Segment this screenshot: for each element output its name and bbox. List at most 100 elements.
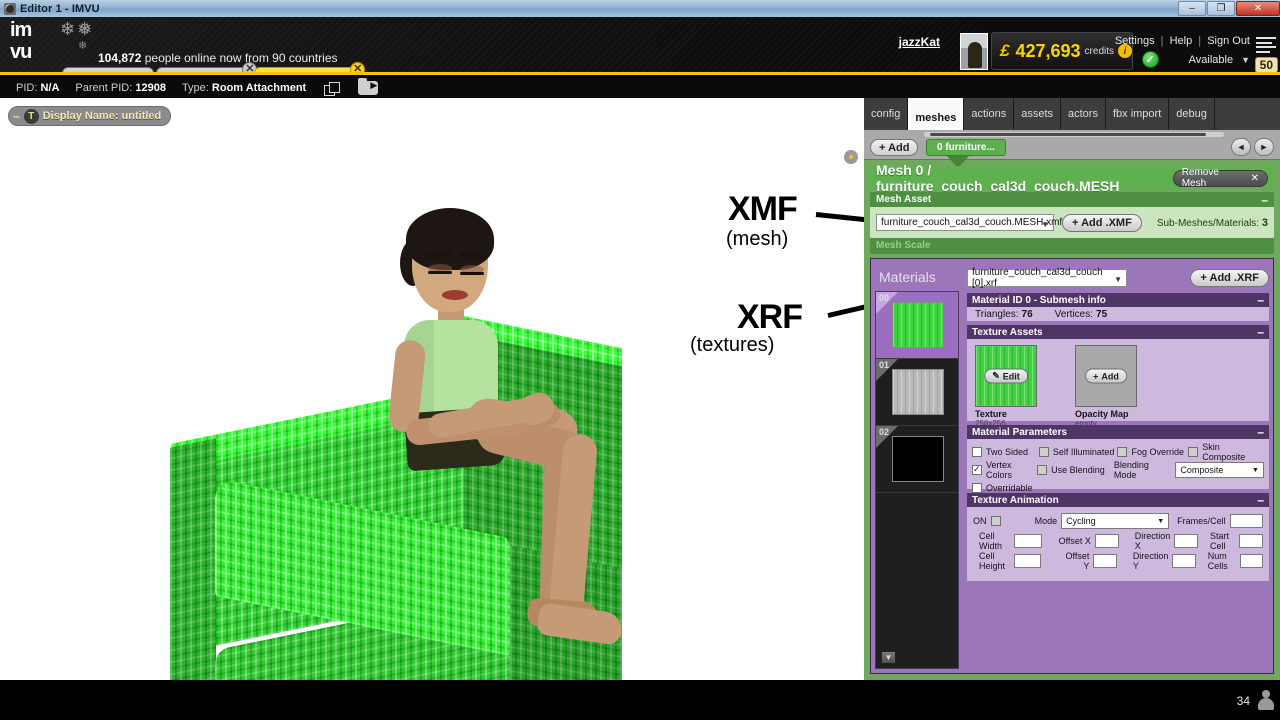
blending-mode-select[interactable]: Composite ▼ (1175, 462, 1264, 478)
list-item[interactable]: 00 (876, 292, 958, 358)
offset-y-label: Offset Y (1065, 551, 1090, 571)
sign-out-link[interactable]: Sign Out (1207, 35, 1250, 47)
collapse-icon[interactable]: – (13, 110, 20, 122)
tab-bar-filler (1214, 98, 1280, 130)
texture-assets-body: ✎ Edit Texture 256x256 couch.tga (967, 339, 1269, 437)
link-separator-1: | (1160, 35, 1164, 47)
close-icon-editor1-tab[interactable]: ✕ (350, 62, 366, 72)
chevron-down-icon[interactable]: ▼ (1241, 55, 1250, 65)
list-item[interactable]: 02 (876, 426, 958, 492)
menu-icon[interactable] (1256, 37, 1276, 53)
collapse-icon[interactable]: – (1257, 493, 1264, 507)
frames-per-cell-input[interactable] (1229, 514, 1264, 528)
nav-tab-editor1[interactable]: Editor 1 ✕ (254, 62, 366, 72)
xmf-file-select[interactable]: furniture_couch_cal3d_couch.MESH.xmf ▼ (876, 214, 1062, 231)
tab-assets[interactable]: assets (1014, 98, 1061, 130)
offset-x-input[interactable] (1094, 534, 1119, 548)
start-cell-input[interactable] (1239, 534, 1263, 548)
param-row-2: Vertex Colors Use Blending Blending Mode… (972, 460, 1264, 480)
tab-fbx-import[interactable]: fbx import (1105, 98, 1170, 130)
prev-mesh-icon[interactable]: ◄ (1231, 138, 1251, 156)
avatar-hair (406, 208, 494, 270)
mesh-asset-title: Mesh Asset (876, 194, 932, 205)
user-count: 34 (1236, 694, 1250, 708)
annotation-xmf-subtitle: (mesh) (726, 228, 789, 250)
use-blending-checkbox[interactable]: Use Blending (1037, 465, 1114, 475)
texture-animation-section: Texture Animation – ON Mode Cycling ▼ Fr… (967, 493, 1269, 581)
add-xrf-button[interactable]: + Add .XRF (1190, 269, 1269, 287)
fog-override-checkbox[interactable]: Fog Override (1117, 447, 1188, 457)
tab-meshes-label: meshes (915, 112, 957, 124)
notification-badge[interactable]: 50 (1254, 57, 1278, 72)
self-illuminated-checkbox[interactable]: Self Illuminated (1038, 447, 1118, 457)
text-tool-icon: T (23, 108, 39, 124)
folder-open-icon[interactable] (358, 78, 379, 95)
viewport-handle-icon[interactable] (844, 150, 858, 164)
add-opacity-button[interactable]: + Add (1085, 368, 1127, 384)
materials-list[interactable]: 00 01 02 ▼ (875, 291, 959, 669)
vertices-value: 75 (1096, 308, 1108, 320)
cell-height-input[interactable] (1013, 554, 1042, 568)
direction-x-input[interactable] (1174, 534, 1198, 548)
tab-config-label: config (871, 108, 901, 120)
xrf-file-select[interactable]: furniture_couch_cal3d_couch [0].xrf ▼ (967, 267, 1127, 289)
mesh-scale-section[interactable]: Mesh Scale (870, 238, 1274, 254)
add-mesh-button[interactable]: + Add (870, 139, 919, 156)
nav-tab-home[interactable]: Home (62, 67, 154, 72)
list-item[interactable]: 01 (876, 359, 958, 425)
scroll-down-icon[interactable]: ▼ (881, 651, 896, 664)
animation-on-checkbox[interactable] (990, 516, 1001, 526)
close-button[interactable]: ✕ (1236, 1, 1280, 16)
tab-debug[interactable]: debug (1169, 98, 1215, 130)
offset-y-input[interactable] (1093, 554, 1117, 568)
collapse-icon[interactable]: – (1261, 193, 1268, 207)
minimize-button[interactable]: – (1178, 1, 1206, 16)
nav-tab-create[interactable]: Create ✕ (155, 62, 258, 72)
mode-select[interactable]: Cycling ▼ (1061, 513, 1170, 529)
header-username[interactable]: jazzKat (899, 35, 940, 49)
cell-width-input[interactable] (1014, 534, 1043, 548)
num-cells-input[interactable] (1239, 554, 1263, 568)
opacity-preview[interactable]: + Add (1075, 345, 1137, 407)
availability-status[interactable]: ✓ Available ▼ (1141, 51, 1250, 68)
tab-config[interactable]: config (864, 98, 909, 130)
pid-value: N/A (40, 82, 60, 94)
3d-viewport[interactable]: – T Display Name: untitled (0, 98, 864, 680)
collapse-icon[interactable]: – (1257, 425, 1264, 439)
next-mesh-icon[interactable]: ► (1254, 138, 1274, 156)
display-name-pill[interactable]: – T Display Name: untitled (8, 106, 172, 126)
snowflake-icon: ❄❅ (60, 19, 95, 39)
settings-link[interactable]: Settings (1115, 35, 1155, 47)
materials-area: Materials 00 01 02 ▼ furniture_couch_cal… (870, 258, 1274, 674)
imvu-logo[interactable]: im vu (4, 17, 66, 72)
texture-animation-title: Texture Animation (972, 494, 1059, 506)
blending-mode-label: Blending Mode (1113, 460, 1149, 480)
add-xmf-button[interactable]: + Add .XMF (1062, 213, 1142, 232)
credits-display[interactable]: £ 427,693 credits i (991, 32, 1133, 70)
tab-meshes[interactable]: meshes (908, 98, 965, 130)
edit-texture-button[interactable]: ✎ Edit (984, 368, 1028, 384)
maximize-button[interactable]: ❐ (1207, 1, 1235, 16)
remove-mesh-button[interactable]: Remove Mesh ✕ (1172, 167, 1268, 189)
tab-actions-label: actions (971, 108, 1007, 120)
two-sided-checkbox[interactable]: Two Sided (972, 447, 1039, 457)
direction-y-input[interactable] (1172, 554, 1196, 568)
collapse-icon[interactable]: – (1257, 325, 1264, 339)
mesh-asset-header: Mesh Asset – (870, 192, 1274, 207)
copy-icon[interactable] (324, 81, 341, 96)
texture-preview[interactable]: ✎ Edit (975, 345, 1037, 407)
animation-on-label: ON (973, 516, 987, 526)
overridable-checkbox[interactable]: Overridable (972, 483, 1033, 493)
mesh-selector-chip[interactable]: 0 furniture... (926, 139, 1006, 156)
help-link[interactable]: Help (1170, 35, 1193, 47)
skin-composite-checkbox[interactable]: Skin Composite (1188, 442, 1264, 462)
texture-animation-body: ON Mode Cycling ▼ Frames/Cell Cell Width (967, 507, 1269, 575)
editor-scrollbar[interactable] (924, 132, 1224, 137)
vertex-colors-checkbox[interactable]: Vertex Colors (972, 460, 1037, 480)
editor-scrollbar-thumb[interactable] (930, 133, 1206, 136)
tab-actions[interactable]: actions (964, 98, 1015, 130)
collapse-icon[interactable]: – (1257, 293, 1264, 307)
tab-actors[interactable]: actors (1061, 98, 1106, 130)
avatar-model[interactable] (380, 208, 640, 680)
avatar[interactable] (960, 33, 988, 70)
